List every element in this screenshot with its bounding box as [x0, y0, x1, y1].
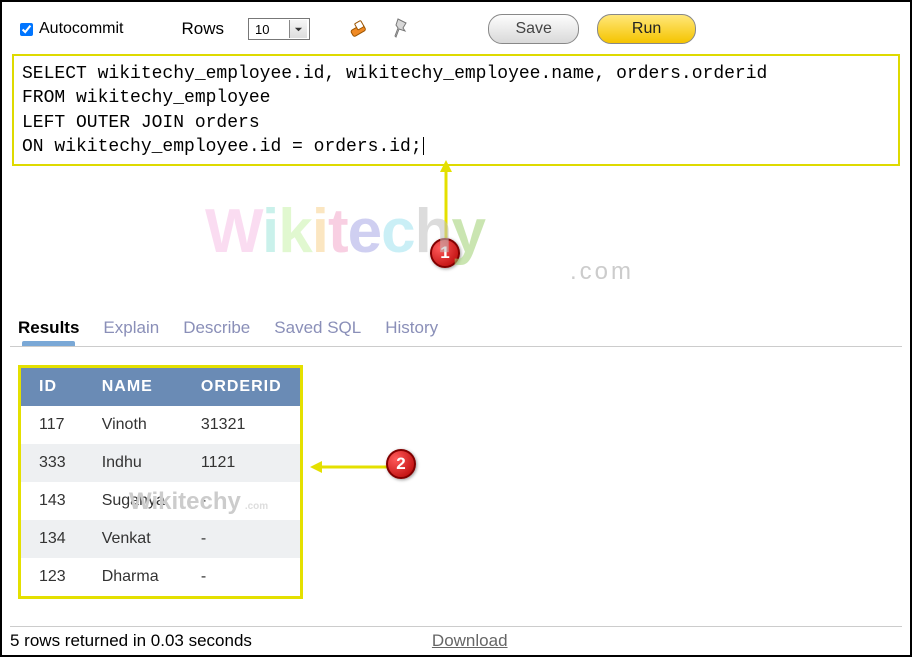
table-header-row: ID NAME ORDERID	[21, 368, 300, 406]
autocommit-label: Autocommit	[39, 20, 123, 38]
toolbar: Autocommit Rows 10 Save Run	[10, 12, 902, 54]
table-row: 134 Venkat -	[21, 520, 300, 558]
watermark-dotcom: .com	[570, 258, 634, 286]
arrow-2	[310, 457, 390, 477]
callout-2: 2	[386, 449, 416, 479]
tab-saved-sql[interactable]: Saved SQL	[274, 318, 361, 344]
autocommit-checkbox[interactable]	[20, 23, 33, 36]
col-id[interactable]: ID	[21, 368, 84, 406]
result-table: ID NAME ORDERID 117 Vinoth 31321 333 Ind…	[21, 368, 300, 596]
autocommit-checkbox-wrap: Autocommit	[20, 20, 123, 38]
table-row: 143 Suganya -	[21, 482, 300, 520]
results-area: ID NAME ORDERID 117 Vinoth 31321 333 Ind…	[10, 347, 902, 604]
result-tabs: Results Explain Describe Saved SQL Histo…	[10, 314, 902, 347]
run-button[interactable]: Run	[597, 14, 696, 44]
save-button[interactable]: Save	[488, 14, 578, 44]
download-link[interactable]: Download	[432, 631, 508, 651]
pin-icon[interactable]	[390, 17, 412, 41]
chevron-down-icon	[289, 20, 307, 38]
rows-select[interactable]: 10	[248, 18, 310, 40]
rows-select-value: 10	[251, 22, 289, 37]
table-row: 117 Vinoth 31321	[21, 406, 300, 444]
status-row: 5 rows returned in 0.03 seconds Download	[10, 626, 902, 655]
tab-history[interactable]: History	[385, 318, 438, 344]
rows-label: Rows	[181, 19, 224, 39]
watermark-logo: Wikitechy	[205, 196, 485, 267]
tab-results[interactable]: Results	[18, 318, 79, 344]
text-cursor	[423, 137, 424, 155]
col-orderid[interactable]: ORDERID	[183, 368, 300, 406]
status-text: 5 rows returned in 0.03 seconds	[10, 631, 252, 651]
watermark-area: 1 Wikitechy .com	[10, 166, 902, 314]
col-name[interactable]: NAME	[84, 368, 183, 406]
eraser-icon[interactable]	[348, 18, 372, 40]
sql-text: SELECT wikitechy_employee.id, wikitechy_…	[22, 64, 767, 157]
sql-editor[interactable]: SELECT wikitechy_employee.id, wikitechy_…	[12, 54, 900, 166]
table-row: 123 Dharma -	[21, 558, 300, 596]
table-row: 333 Indhu 1121	[21, 444, 300, 482]
result-table-wrap: ID NAME ORDERID 117 Vinoth 31321 333 Ind…	[18, 365, 303, 599]
tab-describe[interactable]: Describe	[183, 318, 250, 344]
tab-explain[interactable]: Explain	[103, 318, 159, 344]
